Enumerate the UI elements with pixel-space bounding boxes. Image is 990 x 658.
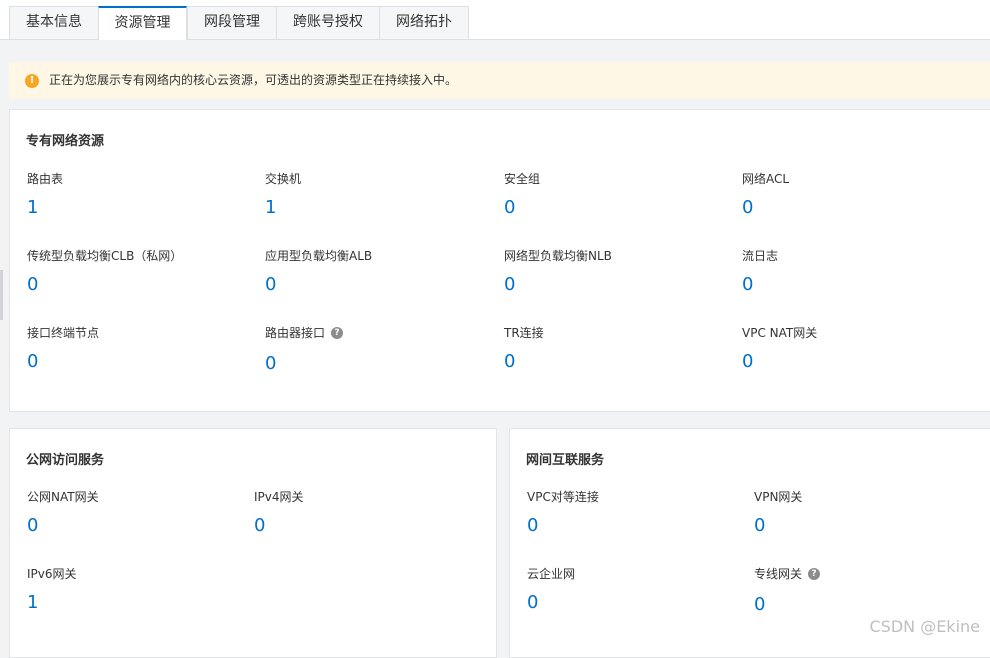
resource-vpc-nat-gateway: VPC NAT网关 0 (742, 322, 817, 372)
resource-count-link[interactable]: 0 (742, 352, 817, 372)
resource-count-link[interactable]: 0 (504, 198, 540, 218)
resource-count-link[interactable]: 0 (265, 275, 372, 295)
resource-count-link[interactable]: 0 (504, 275, 612, 295)
side-drag-handle[interactable] (0, 270, 3, 320)
tab-network-topology[interactable]: 网络拓扑 (379, 6, 469, 39)
resource-endpoint: 接口终端节点 0 (27, 322, 99, 372)
help-icon[interactable]: ? (808, 567, 821, 580)
resource-label: VPN网关 (754, 490, 803, 504)
resource-network-acl: 网络ACL 0 (742, 168, 789, 218)
resource-label: 应用型负载均衡ALB (265, 249, 373, 263)
tab-cross-account-authorization[interactable]: 跨账号授权 (276, 6, 380, 39)
resource-label: 专线网关 (754, 567, 803, 581)
card-title: 专有网络资源 (26, 134, 105, 149)
resource-label: 路由器接口 (265, 326, 326, 340)
resource-label: 接口终端节点 (27, 326, 100, 340)
resource-label: 云企业网 (527, 567, 576, 581)
resource-count-link[interactable]: 1 (27, 198, 63, 218)
resource-ipv4-gateway: IPv4网关 0 (254, 486, 304, 536)
notice-banner: ! 正在为您展示专有网络内的核心云资源，可透出的资源类型正在持续接入中。 (9, 62, 990, 99)
resource-label: 网络型负载均衡NLB (504, 249, 612, 263)
tab-cidr-management[interactable]: 网段管理 (187, 6, 277, 39)
resource-ipv6-gateway: IPv6网关 1 (27, 563, 77, 613)
resource-count-link[interactable]: 0 (742, 275, 778, 295)
warning-icon: ! (25, 74, 39, 88)
resource-tr-attachment: TR连接 0 (504, 322, 544, 372)
resource-label: IPv4网关 (254, 490, 304, 504)
card-title: 网间互联服务 (526, 453, 605, 468)
resource-count-link[interactable]: 1 (27, 593, 77, 613)
resource-label: 交换机 (265, 172, 302, 186)
resource-count-link[interactable]: 0 (27, 516, 99, 536)
resource-clb: 传统型负载均衡CLB（私网） 0 (27, 245, 182, 295)
resource-label: VPC对等连接 (527, 490, 599, 504)
watermark: CSDN @Ekine (869, 617, 980, 636)
notice-text: 正在为您展示专有网络内的核心云资源，可透出的资源类型正在持续接入中。 (49, 73, 458, 87)
resource-label: 传统型负载均衡CLB（私网） (27, 249, 183, 263)
tab-resource-management[interactable]: 资源管理 (98, 6, 187, 40)
resource-alb: 应用型负载均衡ALB 0 (265, 245, 372, 295)
resource-count-link[interactable]: 0 (27, 275, 182, 295)
resource-vpc-peering: VPC对等连接 0 (527, 486, 599, 536)
card-title: 公网访问服务 (26, 453, 105, 468)
tab-basic-info[interactable]: 基本信息 (9, 6, 99, 39)
resource-label: IPv6网关 (27, 567, 77, 581)
resource-label: TR连接 (504, 326, 544, 340)
vpc-resources-card: 专有网络资源 路由表 1 交换机 1 安全组 0 网络ACL 0 传统型负载均衡… (9, 109, 990, 412)
resource-label: 路由表 (27, 172, 64, 186)
resource-public-nat-gateway: 公网NAT网关 0 (27, 486, 99, 536)
resource-count-link[interactable]: 0 (527, 516, 599, 536)
resource-count-link[interactable]: 0 (742, 198, 789, 218)
resource-nlb: 网络型负载均衡NLB 0 (504, 245, 612, 295)
resource-vswitch: 交换机 1 (265, 168, 301, 218)
public-access-card: 公网访问服务 公网NAT网关 0 IPv4网关 0 IPv6网关 1 (9, 428, 497, 658)
tab-bar: 基本信息 资源管理 网段管理 跨账号授权 网络拓扑 (0, 0, 990, 40)
resource-label: 公网NAT网关 (27, 490, 99, 504)
resource-count-link[interactable]: 0 (254, 516, 304, 536)
resource-count-link[interactable]: 0 (754, 516, 802, 536)
resource-label: 流日志 (742, 249, 779, 263)
resource-label: 网络ACL (742, 172, 790, 186)
resource-router-interface: 路由器接口? 0 (265, 322, 344, 374)
resource-label: 安全组 (504, 172, 541, 186)
resource-cen: 云企业网 0 (527, 563, 575, 613)
resource-count-link[interactable]: 0 (527, 593, 575, 613)
resource-count-link[interactable]: 0 (504, 352, 544, 372)
resource-route-table: 路由表 1 (27, 168, 63, 218)
resource-count-link[interactable]: 1 (265, 198, 301, 218)
resource-label: VPC NAT网关 (742, 326, 818, 340)
help-icon[interactable]: ? (331, 326, 344, 339)
resource-vbr: 专线网关? 0 (754, 563, 821, 615)
resource-security-group: 安全组 0 (504, 168, 540, 218)
resource-vpn-gateway: VPN网关 0 (754, 486, 802, 536)
resource-count-link[interactable]: 0 (754, 595, 820, 615)
resource-flow-log: 流日志 0 (742, 245, 778, 295)
resource-count-link[interactable]: 0 (27, 352, 99, 372)
resource-count-link[interactable]: 0 (265, 354, 343, 374)
